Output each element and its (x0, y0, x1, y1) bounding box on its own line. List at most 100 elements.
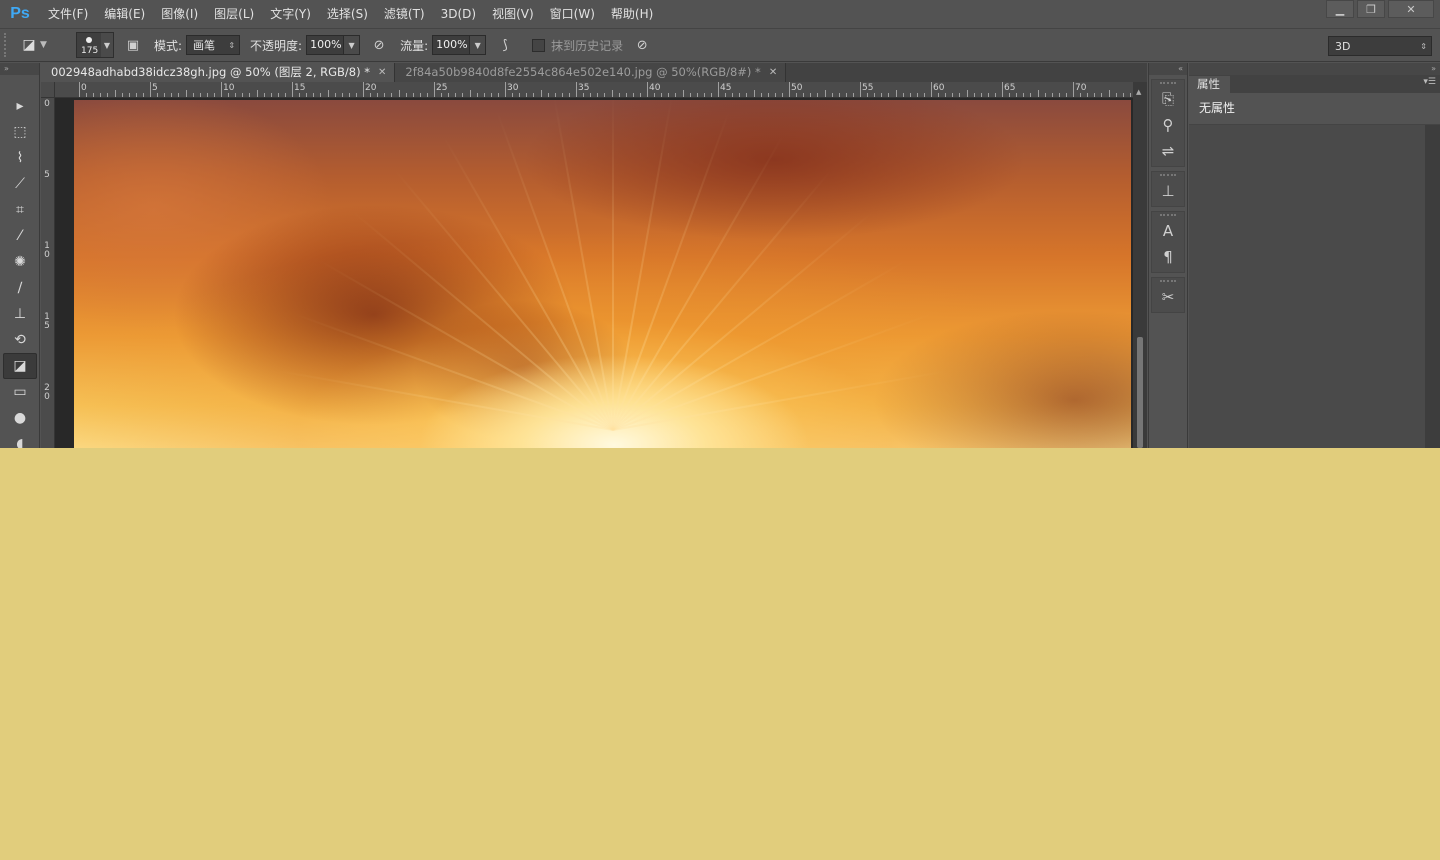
adjustments-icon[interactable]: ⇌ (1152, 138, 1184, 164)
menu-layer[interactable]: 图层(L) (206, 0, 262, 28)
stamp-tool[interactable]: ⊥ (3, 301, 37, 327)
ruler-tick (590, 93, 592, 97)
ruler-tick (185, 90, 187, 97)
opacity-dropdown[interactable]: ▼ (344, 35, 361, 55)
ruler-origin[interactable] (41, 82, 55, 98)
history-brush-tool[interactable]: ⟲ (3, 327, 37, 353)
restore-button[interactable]: ❐ (1357, 0, 1385, 18)
options-grip[interactable] (4, 33, 12, 57)
close-tab-icon[interactable]: ✕ (378, 63, 386, 82)
mode-select[interactable]: 画笔 ⇕ (186, 35, 241, 55)
ruler-label: 2 0 (44, 383, 50, 402)
marquee-tool[interactable]: ⬚ (3, 119, 37, 145)
character-icon[interactable]: A (1152, 218, 1184, 244)
quick-select-tool[interactable]: ⟋ (3, 171, 37, 197)
ruler-tick (639, 93, 641, 97)
ruler-tick (284, 93, 286, 97)
menu-image[interactable]: 图像(I) (153, 0, 206, 28)
ruler-tick (306, 93, 308, 97)
tab-document-2[interactable]: 2f84a50b9840d8fe2554c864e502e140.jpg @ 5… (395, 63, 787, 82)
minimize-button[interactable]: ▁ (1326, 0, 1354, 18)
opacity-input[interactable]: 100% (306, 35, 345, 55)
properties-scrollbar[interactable] (1425, 125, 1440, 448)
tool-presets-icon[interactable]: ✂ (1152, 284, 1184, 310)
menu-window[interactable]: 窗口(W) (542, 0, 603, 28)
history-icon[interactable]: ⎘ (1152, 86, 1184, 112)
brush-preset-picker[interactable]: 175 ▼ (76, 32, 114, 58)
mode-value: 画笔 (193, 39, 216, 52)
workspace-select[interactable]: 3D ⇕ (1328, 36, 1432, 56)
menu-help[interactable]: 帮助(H) (603, 0, 661, 28)
ruler-tick (994, 93, 996, 97)
horizontal-ruler[interactable]: 0 5 10 15 20 25 30 35 40 45 50 55 60 65 70 (55, 82, 1147, 98)
healing-tool[interactable]: ✺ (3, 249, 37, 275)
brush-tool[interactable]: ∕ (3, 275, 37, 301)
ruler-tick (860, 82, 861, 97)
expand-toolbar-icon[interactable]: » (0, 63, 39, 75)
gradient-tool[interactable]: ▭ (3, 379, 37, 405)
ruler-tick (398, 90, 400, 97)
menu-edit[interactable]: 编辑(E) (96, 0, 153, 28)
eyedropper-tool[interactable]: ⁄ (3, 223, 37, 249)
actions-icon[interactable]: ⚲ (1152, 112, 1184, 138)
collapse-dock-icon[interactable]: « (1149, 63, 1187, 75)
ruler-tick (1044, 93, 1046, 97)
paragraph-icon[interactable]: ¶ (1152, 244, 1184, 270)
crop-tool[interactable]: ⌗ (3, 197, 37, 223)
ruler-tick (710, 93, 712, 97)
ruler-tick (476, 93, 478, 97)
menu-file[interactable]: 文件(F) (40, 0, 96, 28)
photoshop-window: Ps 文件(F) 编辑(E) 图像(I) 图层(L) 文字(Y) 选择(S) 滤… (0, 0, 1440, 448)
menu-filter[interactable]: 滤镜(T) (376, 0, 433, 28)
eraser-icon: ◪ (22, 37, 36, 53)
ruler-tick (760, 93, 762, 97)
panel-icon-dock: « ⎘ ⚲ ⇌ ⊥ A ¶ ✂ (1148, 63, 1188, 448)
scroll-up-icon[interactable]: ▲ (1136, 88, 1141, 96)
ruler-tick (256, 90, 258, 97)
close-button[interactable]: ✕ (1388, 0, 1434, 18)
tab-document-1[interactable]: 002948adhabd38idcz38gh.jpg @ 50% (图层 2, … (41, 63, 396, 82)
collapse-panel-icon[interactable]: » (1189, 63, 1440, 75)
ruler-tick (625, 93, 627, 97)
pressure-size-icon[interactable]: ⊘ (631, 34, 653, 56)
lasso-tool[interactable]: ⌇ (3, 145, 37, 171)
scrollbar-thumb[interactable] (1137, 337, 1143, 448)
brush-panel-icon[interactable]: ⊥ (1152, 178, 1184, 204)
dodge-tool[interactable]: ◖ (3, 431, 37, 448)
ruler-tick (817, 93, 819, 97)
ruler-label: 60 (933, 83, 945, 93)
menu-type[interactable]: 文字(Y) (262, 0, 319, 28)
move-tool[interactable]: ▸ (3, 93, 37, 119)
ruler-tick (746, 93, 748, 97)
erase-history-checkbox[interactable] (532, 38, 546, 52)
ruler-tick (490, 93, 492, 97)
ruler-tick (1030, 93, 1032, 97)
vertical-scrollbar[interactable]: ▲ (1133, 82, 1147, 448)
canvas-image[interactable] (74, 100, 1131, 448)
tab-properties[interactable]: 属性 (1189, 76, 1230, 93)
ruler-tick (888, 93, 890, 97)
ruler-tick (391, 93, 393, 97)
ruler-label: 65 (1004, 83, 1016, 93)
vertical-ruler[interactable]: 0 5 1 0 1 5 2 0 (41, 98, 55, 448)
ruler-tick (604, 93, 606, 97)
airbrush-icon[interactable]: ⟆ (494, 34, 516, 56)
menu-select[interactable]: 选择(S) (319, 0, 376, 28)
eraser-tool[interactable]: ◪ (3, 353, 37, 379)
tool-preset-picker[interactable]: ◪ ▼ (18, 33, 68, 57)
menu-3d[interactable]: 3D(D) (433, 0, 484, 28)
ruler-tick (412, 93, 414, 97)
ruler-tick (221, 82, 222, 97)
sun-ray (612, 259, 908, 431)
window-controls: ▁ ❐ ✕ (1323, 0, 1434, 18)
close-tab-icon[interactable]: ✕ (769, 63, 777, 82)
ruler-tick (902, 93, 904, 97)
blur-tool[interactable]: ● (3, 405, 37, 431)
ruler-tick (419, 93, 421, 97)
pressure-opacity-icon[interactable]: ⊘ (368, 34, 390, 56)
flow-dropdown[interactable]: ▼ (470, 35, 487, 55)
flow-input[interactable]: 100% (432, 35, 471, 55)
panel-menu-icon[interactable]: ▾☰ (1423, 77, 1436, 87)
brush-panel-toggle-icon[interactable]: ▣ (122, 34, 144, 56)
menu-view[interactable]: 视图(V) (484, 0, 542, 28)
